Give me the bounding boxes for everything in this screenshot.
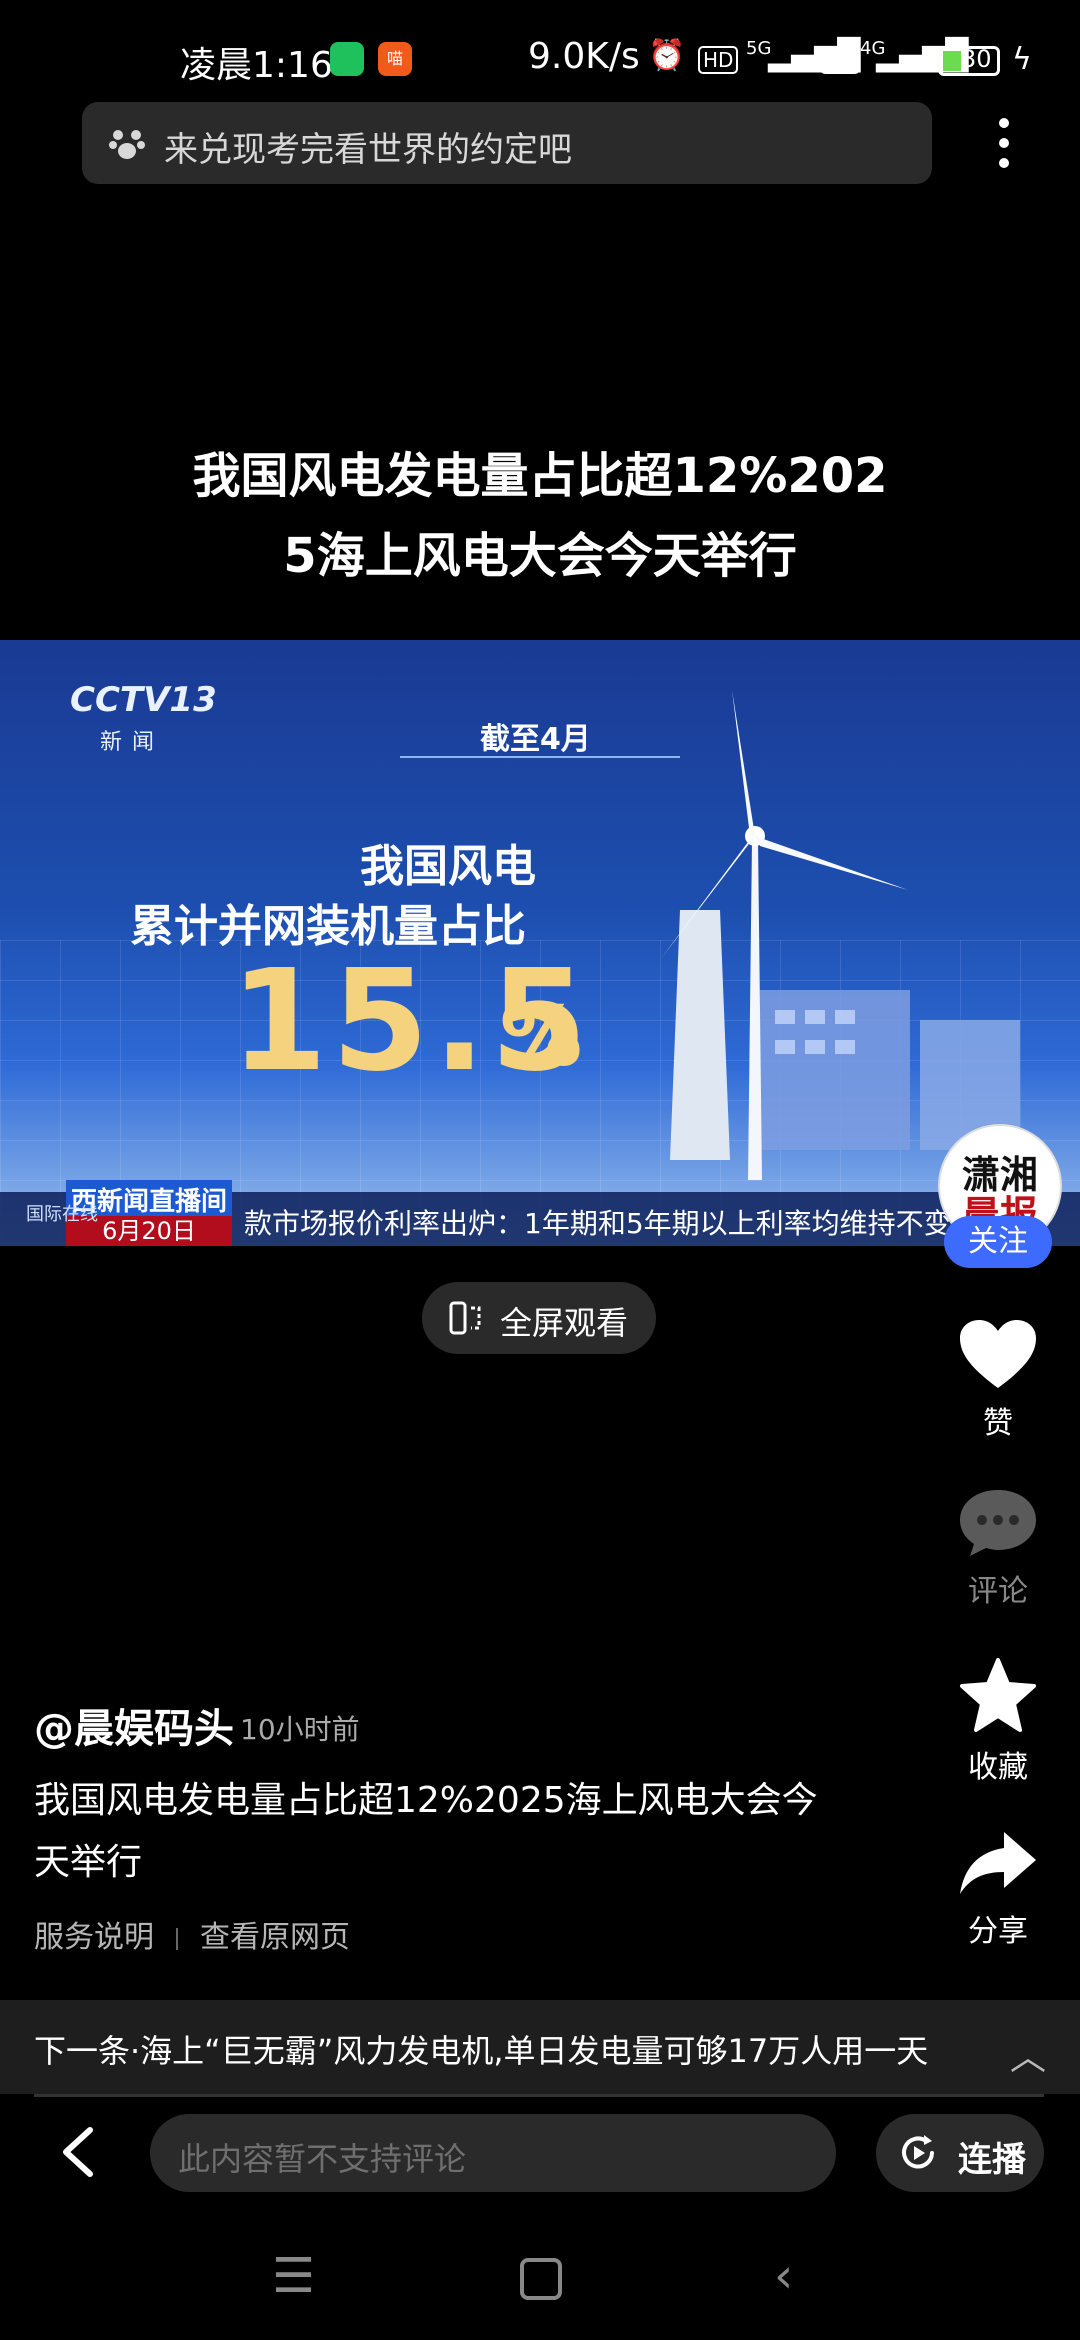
comment-button[interactable]: 评论 bbox=[944, 1486, 1052, 1610]
video-caption: 截至4月 bbox=[480, 722, 591, 757]
link-divider bbox=[176, 1927, 178, 1950]
home-icon[interactable] bbox=[520, 2258, 562, 2300]
channel-logo: CCTV13 bbox=[70, 680, 217, 720]
post-description: 我国风电发电量占比超12%2025海上风电大会今天举行 bbox=[34, 1780, 818, 1883]
autoplay-icon bbox=[902, 2135, 934, 2169]
menu-icon[interactable]: ☰ bbox=[272, 2248, 315, 2304]
hd-icon-2: HD bbox=[820, 46, 861, 74]
comment-icon bbox=[960, 1490, 1036, 1556]
share-icon bbox=[960, 1832, 1036, 1894]
alarm-icon: ⏰ bbox=[648, 38, 686, 73]
post-age: 10小时前 bbox=[240, 1713, 360, 1746]
headline-line-2: 5海上风电大会今天举行 bbox=[283, 528, 797, 584]
battery-icon: 30 bbox=[938, 45, 1000, 76]
favorite-label: 收藏 bbox=[968, 1750, 1028, 1785]
view-original-link[interactable]: 查看原网页 bbox=[200, 1920, 350, 1955]
channel-logo-sub: 新闻 bbox=[100, 730, 165, 755]
next-video-bar[interactable]: 下一条·海上“巨无霸”风力发电机,单日发电量可够17万人用一天 ︿ bbox=[0, 2000, 1080, 2094]
status-bar: 凌晨1:16 喵 9.0K/s ⏰ HD 5G ▂▄▆█ HD 4G ▂▄▆█ … bbox=[0, 0, 1080, 100]
search-bar[interactable]: 来兑现考完看世界的约定吧 bbox=[82, 102, 932, 184]
headline-line-1: 我国风电发电量占比超12%202 bbox=[192, 448, 888, 504]
news-ticker: 西新闻直播间 6月20日 11:01 款市场报价利率出炉：1年期和5年期以上利率… bbox=[0, 1180, 1080, 1246]
divider bbox=[34, 2094, 1044, 2097]
share-button[interactable]: 分享 bbox=[944, 1828, 1052, 1950]
follow-button[interactable]: 关注 bbox=[944, 1216, 1052, 1268]
video-headline: 我国风电发电量占比超12%202 5海上风电大会今天举行 bbox=[100, 436, 980, 596]
notification-app-icon: 喵 bbox=[378, 42, 412, 76]
chevron-up-icon[interactable]: ︿ bbox=[1010, 2028, 1046, 2080]
battery-level: 30 bbox=[961, 45, 992, 73]
service-info-link[interactable]: 服务说明 bbox=[34, 1920, 154, 1955]
autoplay-button[interactable]: 连播 bbox=[876, 2114, 1044, 2192]
comment-input[interactable]: 此内容暂不支持评论 bbox=[150, 2114, 836, 2192]
author-name[interactable]: @晨娱码头 bbox=[34, 1696, 234, 1754]
search-placeholder: 来兑现考完看世界的约定吧 bbox=[164, 130, 572, 170]
next-video-title: 下一条·海上“巨无霸”风力发电机,单日发电量可够17万人用一天 bbox=[34, 2032, 929, 2070]
autoplay-label: 连播 bbox=[958, 2140, 1026, 2180]
fullscreen-button[interactable]: 全屏观看 bbox=[422, 1282, 656, 1354]
video-percent-sign: % bbox=[500, 990, 583, 1085]
status-time: 凌晨1:16 bbox=[180, 45, 333, 86]
like-label: 赞 bbox=[983, 1406, 1013, 1441]
heart-icon bbox=[960, 1320, 1036, 1388]
charging-icon: ϟ bbox=[1012, 42, 1032, 77]
video-player[interactable]: CCTV13 新闻 截至4月 我国风电 累计并网装机量占比 15.5 % 西新闻… bbox=[0, 640, 1080, 1246]
video-text-line-1: 我国风电 bbox=[360, 841, 536, 892]
post-links: 服务说明 查看原网页 bbox=[34, 1912, 350, 1956]
star-icon bbox=[960, 1658, 1036, 1732]
favorite-button[interactable]: 收藏 bbox=[944, 1658, 1052, 1786]
comment-label: 评论 bbox=[968, 1574, 1028, 1609]
ticker-text: 款市场报价利率出炉：1年期和5年期以上利率均维持不变 bbox=[244, 1207, 952, 1240]
source-label: 国际在线 bbox=[26, 1204, 98, 1225]
wechat-icon bbox=[330, 42, 364, 76]
rotate-screen-icon bbox=[449, 1301, 481, 1335]
hd-icon: HD bbox=[698, 46, 739, 74]
comment-placeholder: 此内容暂不支持评论 bbox=[178, 2140, 467, 2178]
paw-icon bbox=[109, 130, 145, 159]
net-speed: 9.0K/s bbox=[528, 36, 640, 77]
fullscreen-label: 全屏观看 bbox=[500, 1304, 629, 1342]
like-button[interactable]: 赞 bbox=[944, 1318, 1052, 1442]
wind-turbine-illustration bbox=[660, 690, 1020, 1180]
share-label: 分享 bbox=[968, 1914, 1028, 1949]
nav-back-icon[interactable]: ‹ bbox=[774, 2248, 793, 2304]
back-icon[interactable] bbox=[56, 2124, 100, 2180]
more-menu-icon[interactable] bbox=[994, 118, 1014, 174]
